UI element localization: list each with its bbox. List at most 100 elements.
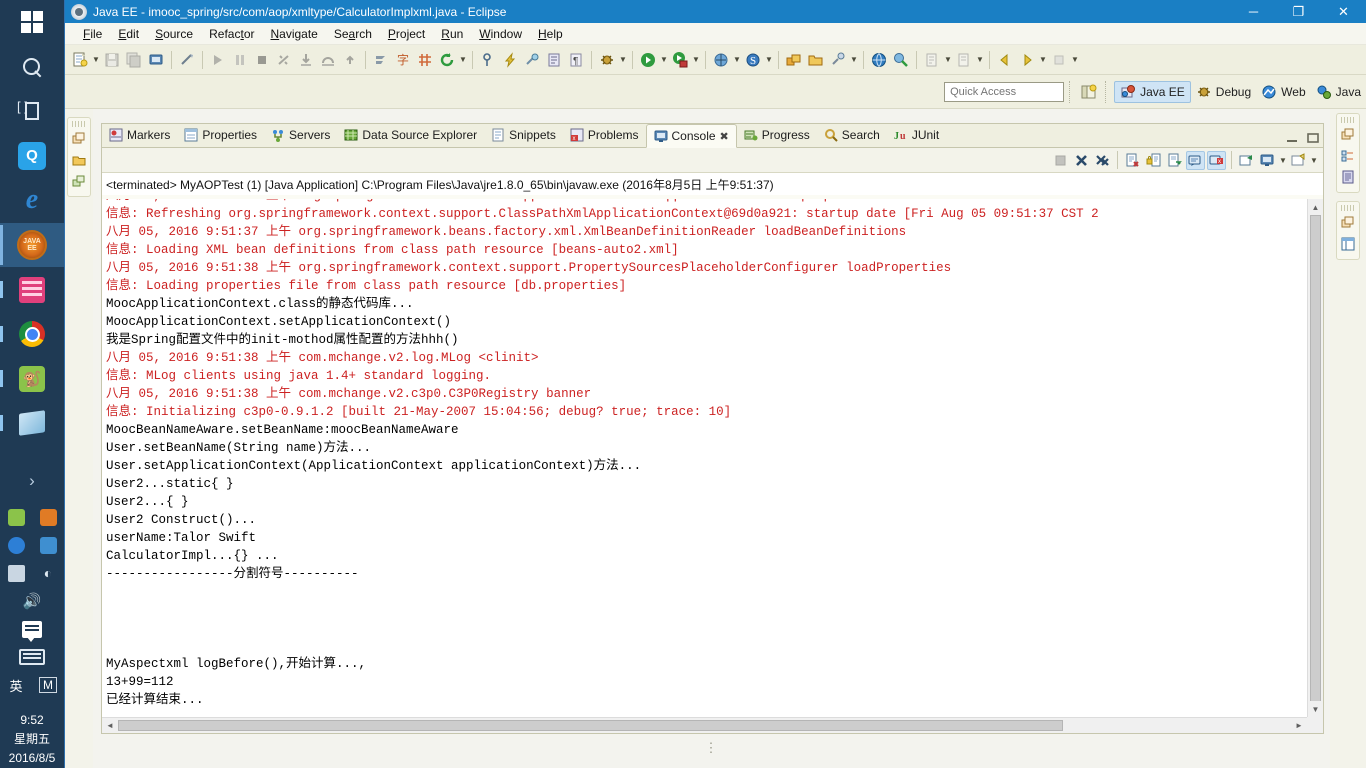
evernote-tray-icon[interactable] bbox=[0, 503, 32, 531]
open-console-button[interactable] bbox=[1289, 151, 1308, 170]
new-folder-button[interactable] bbox=[806, 50, 826, 70]
menu-source[interactable]: Source bbox=[147, 25, 201, 43]
refresh-dropdown[interactable]: ▼ bbox=[458, 55, 468, 64]
forward-button[interactable] bbox=[1017, 50, 1037, 70]
clear-console-button[interactable] bbox=[1123, 151, 1142, 170]
quick-access-input[interactable] bbox=[944, 81, 1065, 102]
tray-overflow-button[interactable]: › bbox=[0, 458, 64, 503]
rail-grip[interactable] bbox=[1341, 117, 1355, 123]
disconnect-button[interactable] bbox=[274, 50, 294, 70]
open-task-button[interactable] bbox=[544, 50, 564, 70]
search-button[interactable] bbox=[0, 45, 64, 90]
quick-fix-button[interactable] bbox=[500, 50, 520, 70]
sogou-tray-icon[interactable] bbox=[32, 531, 64, 559]
action-center-icon[interactable] bbox=[0, 615, 64, 643]
minimize-view-button[interactable] bbox=[1282, 128, 1301, 147]
maximize-view-button[interactable] bbox=[1303, 128, 1322, 147]
tab-console[interactable]: Console ✖ bbox=[645, 124, 737, 148]
perspective-web[interactable]: Web bbox=[1256, 82, 1310, 102]
save-all-button[interactable] bbox=[124, 50, 144, 70]
show-console-on-error-button[interactable]: x bbox=[1207, 150, 1226, 170]
profile-button[interactable] bbox=[711, 50, 731, 70]
terminate-button[interactable] bbox=[1051, 151, 1070, 170]
menu-run[interactable]: Run bbox=[433, 25, 471, 43]
scroll-left-arrow[interactable]: ◄ bbox=[102, 721, 118, 730]
run-as-server-button[interactable] bbox=[670, 50, 690, 70]
evernote-button[interactable]: 🐒 bbox=[0, 356, 64, 401]
next-annotation-button[interactable] bbox=[922, 50, 942, 70]
open-perspective-button[interactable] bbox=[1079, 82, 1099, 102]
tab-servers[interactable]: Servers bbox=[264, 123, 337, 147]
menu-edit[interactable]: Edit bbox=[110, 25, 147, 43]
tab-problems[interactable]: x Problems bbox=[563, 123, 646, 147]
back-button[interactable] bbox=[995, 50, 1015, 70]
print-button[interactable] bbox=[146, 50, 166, 70]
antivirus-tray-icon[interactable] bbox=[32, 503, 64, 531]
run-as-server-dropdown[interactable]: ▼ bbox=[691, 55, 701, 64]
tab-junit[interactable]: Ju JUnit bbox=[887, 123, 946, 147]
tab-snippets[interactable]: Snippets bbox=[484, 123, 563, 147]
tab-data-source-explorer[interactable]: Data Source Explorer bbox=[337, 123, 484, 147]
external-tools-button[interactable] bbox=[522, 50, 542, 70]
palette-icon[interactable] bbox=[1339, 235, 1357, 253]
previous-annotation-dropdown[interactable]: ▼ bbox=[975, 55, 985, 64]
menu-file[interactable]: File bbox=[75, 25, 110, 43]
show-console-on-output-button[interactable] bbox=[1186, 150, 1205, 170]
tab-search[interactable]: Search bbox=[817, 123, 887, 147]
menu-refactor[interactable]: Refactor bbox=[201, 25, 262, 43]
console-output-area[interactable]: 八月 05, 2016 9:51:37 上午 org.springframewo… bbox=[102, 199, 1323, 717]
menu-search[interactable]: Search bbox=[326, 25, 380, 43]
debug-button[interactable] bbox=[597, 50, 617, 70]
run-button[interactable] bbox=[638, 50, 658, 70]
chrome-button[interactable] bbox=[0, 312, 64, 357]
vertical-scroll-thumb[interactable] bbox=[1310, 215, 1321, 725]
navicat-button[interactable] bbox=[0, 267, 64, 312]
tab-markers[interactable]: Markers bbox=[102, 123, 177, 147]
remove-launch-button[interactable] bbox=[1072, 151, 1091, 170]
display-selected-console-button[interactable] bbox=[1258, 151, 1277, 170]
close-icon[interactable]: ✖ bbox=[720, 130, 729, 143]
validate-button[interactable] bbox=[891, 50, 911, 70]
minimize-button[interactable]: ─ bbox=[1231, 0, 1276, 23]
wifi-icon[interactable]: ◐ bbox=[32, 559, 64, 587]
search-dropdown[interactable]: ▼ bbox=[764, 55, 774, 64]
scroll-right-arrow[interactable]: ► bbox=[1291, 721, 1307, 730]
profile-dropdown[interactable]: ▼ bbox=[732, 55, 742, 64]
new-wizard-button[interactable] bbox=[70, 50, 90, 70]
toggle-breadcrumb-button[interactable] bbox=[177, 50, 197, 70]
perspective-java-ee[interactable]: Java EE bbox=[1114, 80, 1191, 103]
save-button[interactable] bbox=[102, 50, 122, 70]
step-over-button[interactable] bbox=[318, 50, 338, 70]
pin-dropdown[interactable]: ▼ bbox=[849, 55, 859, 64]
open-type-button[interactable]: 字 bbox=[393, 50, 413, 70]
terminate-button[interactable] bbox=[252, 50, 272, 70]
console-horizontal-scrollbar[interactable]: ◄ ► bbox=[102, 717, 1307, 733]
search-toolbar-button[interactable]: S bbox=[743, 50, 763, 70]
remove-all-terminated-button[interactable] bbox=[1093, 151, 1112, 170]
horizontal-scroll-thumb[interactable] bbox=[118, 720, 1063, 731]
outline-icon[interactable] bbox=[1339, 147, 1357, 165]
console-vertical-scrollbar[interactable]: ▲ ▼ bbox=[1307, 199, 1323, 725]
step-return-button[interactable] bbox=[340, 50, 360, 70]
task-view-button[interactable] bbox=[0, 89, 64, 134]
menu-project[interactable]: Project bbox=[380, 25, 433, 43]
annotation-button[interactable] bbox=[478, 50, 498, 70]
eclipse-button[interactable]: JAVA EE bbox=[0, 222, 64, 268]
skip-breakpoints-button[interactable] bbox=[371, 50, 391, 70]
scroll-lock-button[interactable] bbox=[1144, 151, 1163, 170]
perspective-java[interactable]: Java bbox=[1311, 82, 1366, 102]
restore-icon[interactable] bbox=[70, 130, 88, 148]
menu-help[interactable]: Help bbox=[530, 25, 571, 43]
package-explorer-icon[interactable] bbox=[70, 172, 88, 190]
forward-dropdown[interactable]: ▼ bbox=[1038, 55, 1048, 64]
pin-console-button[interactable] bbox=[1237, 151, 1256, 170]
toggle-mark-occurrences-button[interactable]: ¶ bbox=[566, 50, 586, 70]
scroll-down-arrow[interactable]: ▼ bbox=[1308, 701, 1323, 717]
battery-icon[interactable] bbox=[0, 559, 32, 587]
touch-keyboard-icon[interactable] bbox=[0, 643, 64, 671]
status-bar-handle[interactable]: ⋮ bbox=[705, 740, 719, 756]
refresh-button[interactable] bbox=[437, 50, 457, 70]
open-type-hierarchy-button[interactable] bbox=[784, 50, 804, 70]
task-list-icon[interactable] bbox=[1339, 168, 1357, 186]
go-to-last-edit-button[interactable] bbox=[1049, 50, 1069, 70]
